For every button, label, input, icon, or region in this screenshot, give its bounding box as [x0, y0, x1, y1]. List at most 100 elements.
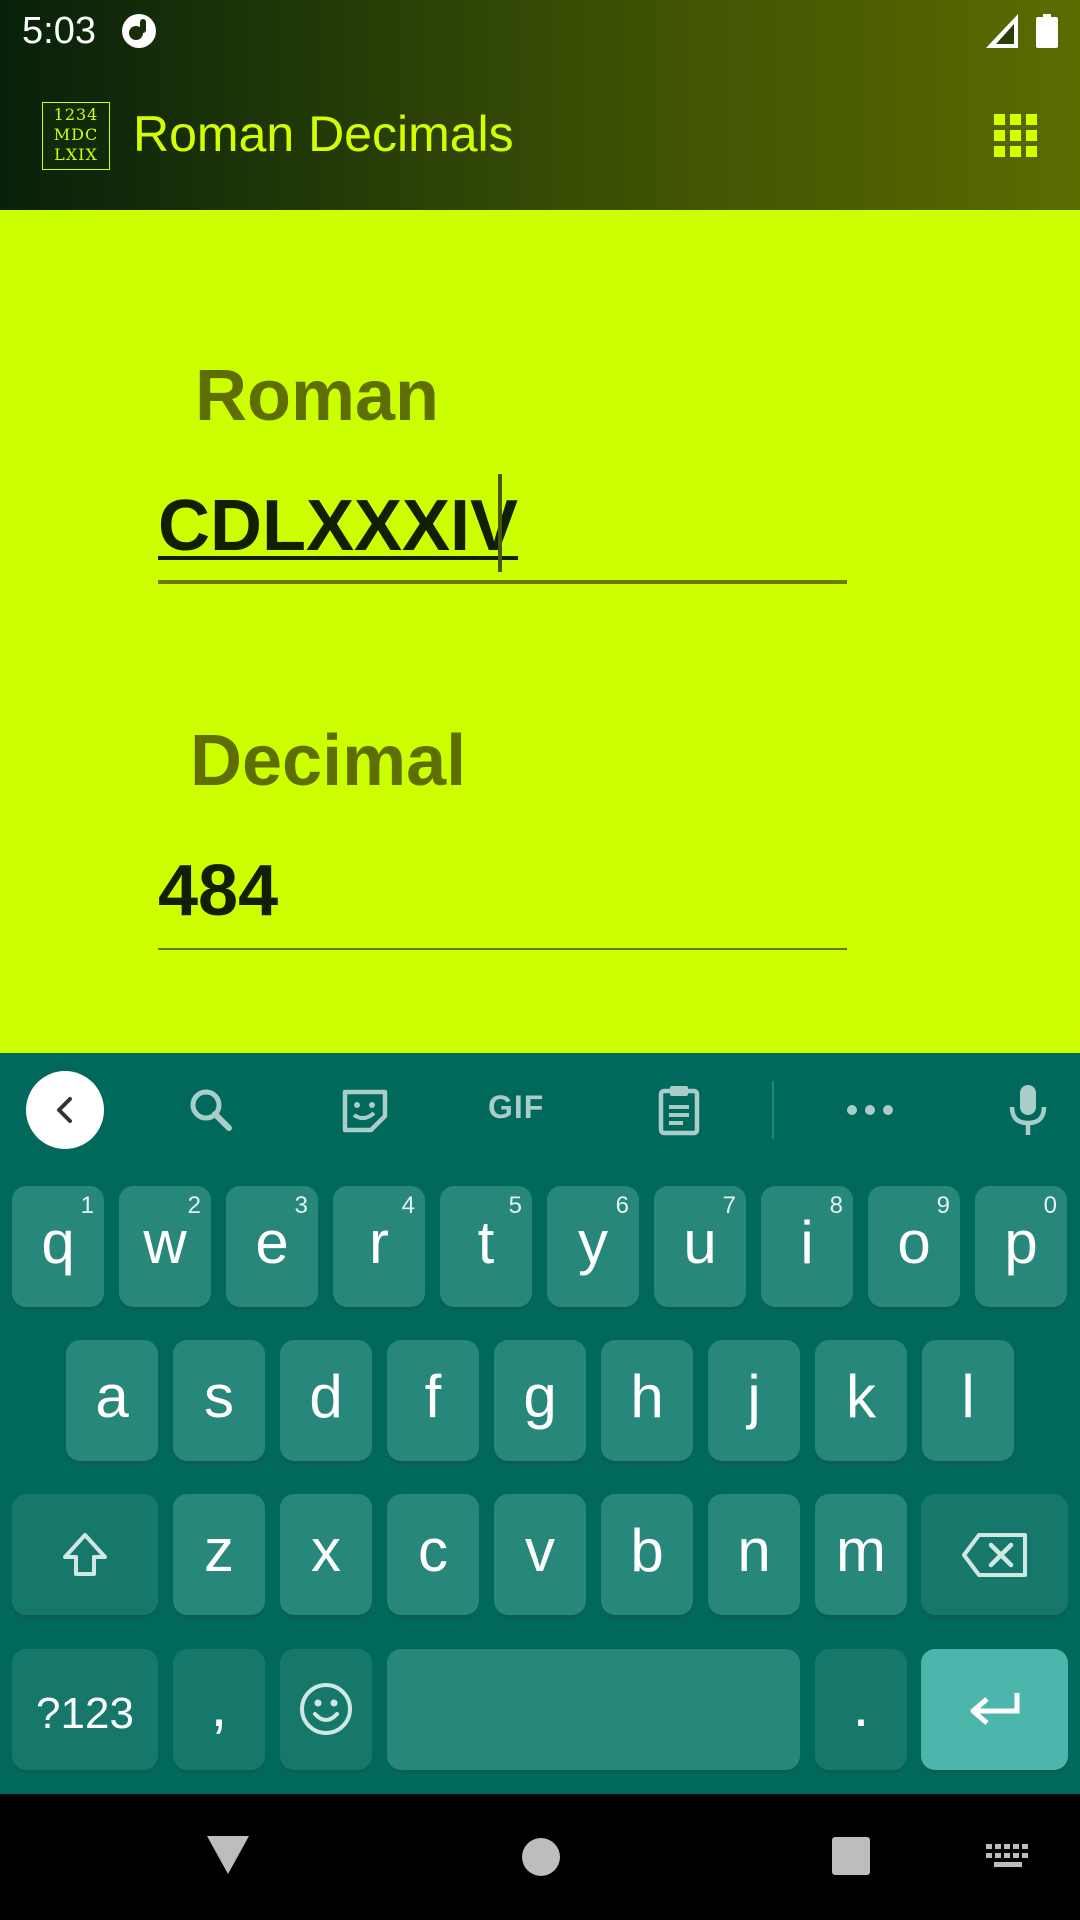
clipboard-icon[interactable] [652, 1083, 706, 1137]
key-v[interactable]: v [494, 1494, 586, 1615]
key-label: o [897, 1209, 931, 1276]
backspace-icon [962, 1533, 1027, 1577]
key-label: , [210, 1672, 228, 1739]
key-u[interactable]: 7u [654, 1186, 746, 1307]
backspace-key[interactable] [921, 1494, 1068, 1615]
cell-signal-icon [986, 14, 1018, 48]
grid-menu-icon[interactable] [994, 114, 1038, 158]
key-y[interactable]: 6y [547, 1186, 639, 1307]
status-bar: 5:03 [0, 0, 1080, 63]
period-key[interactable]: . [815, 1649, 907, 1770]
key-label: l [961, 1363, 975, 1430]
key-r[interactable]: 4r [333, 1186, 425, 1307]
key-c[interactable]: c [387, 1494, 479, 1615]
key-l[interactable]: l [922, 1340, 1014, 1461]
key-j[interactable]: j [708, 1340, 800, 1461]
enter-key[interactable] [921, 1649, 1068, 1770]
converter-form: Roman CDLXXXIV Decimal 484 [0, 210, 1080, 1053]
recents-icon[interactable] [831, 1836, 871, 1876]
app-logo: 1234 MDC LXIX [42, 102, 110, 170]
key-a[interactable]: a [66, 1340, 158, 1461]
soft-keyboard: GIF 1q 2w 3e 4r 5t 6y 7u 8i 9o 0p a s d … [0, 1053, 1080, 1794]
emoji-key[interactable] [280, 1649, 372, 1770]
key-x[interactable]: x [280, 1494, 372, 1615]
more-icon[interactable] [843, 1083, 897, 1137]
app-notification-icon [122, 14, 156, 48]
key-f[interactable]: f [387, 1340, 479, 1461]
key-label: g [523, 1363, 557, 1430]
key-p[interactable]: 0p [975, 1186, 1067, 1307]
search-icon[interactable] [184, 1083, 238, 1137]
chevron-left-icon [57, 1097, 72, 1123]
text-cursor [498, 474, 502, 572]
key-e[interactable]: 3e [226, 1186, 318, 1307]
key-label: h [630, 1363, 664, 1430]
key-label: a [95, 1363, 129, 1430]
app-bar: 1234 MDC LXIX Roman Decimals [0, 63, 1080, 210]
key-label: t [477, 1209, 495, 1276]
keyboard-back-button[interactable] [26, 1071, 104, 1149]
key-b[interactable]: b [601, 1494, 693, 1615]
key-w[interactable]: 2w [119, 1186, 211, 1307]
enter-icon [970, 1693, 1020, 1725]
key-label: w [143, 1209, 187, 1276]
key-i[interactable]: 8i [761, 1186, 853, 1307]
roman-input-underline [158, 580, 847, 584]
key-n[interactable]: n [708, 1494, 800, 1615]
key-label: f [424, 1363, 442, 1430]
key-label: k [846, 1363, 876, 1430]
key-label: j [747, 1363, 761, 1430]
key-label: s [204, 1363, 234, 1430]
symbols-key[interactable]: ?123 [12, 1649, 158, 1770]
key-q[interactable]: 1q [12, 1186, 104, 1307]
key-label: e [255, 1209, 289, 1276]
decimal-label: Decimal [190, 721, 467, 801]
battery-icon [1036, 14, 1058, 48]
decimal-input-underline [158, 948, 847, 950]
key-label: q [41, 1209, 75, 1276]
keyboard-switch-icon[interactable] [986, 1844, 1030, 1870]
status-clock: 5:03 [22, 10, 96, 52]
key-label: v [525, 1517, 555, 1584]
toolbar-divider [772, 1081, 774, 1139]
shift-key[interactable] [12, 1494, 158, 1615]
top-bar: 5:03 1234 MDC LXIX Roman Decimals [0, 0, 1080, 210]
key-label: x [311, 1517, 341, 1584]
microphone-icon[interactable] [1001, 1083, 1055, 1137]
shift-icon [63, 1533, 107, 1576]
logo-line: 1234 [53, 105, 99, 124]
key-z[interactable]: z [173, 1494, 265, 1615]
key-label: c [418, 1517, 448, 1584]
key-label: r [369, 1209, 389, 1276]
key-label: b [630, 1517, 664, 1584]
key-h[interactable]: h [601, 1340, 693, 1461]
key-k[interactable]: k [815, 1340, 907, 1461]
key-label: y [578, 1209, 608, 1276]
comma-key[interactable]: , [173, 1649, 265, 1770]
back-icon[interactable] [205, 1834, 251, 1876]
keyboard-toolbar: GIF [0, 1053, 1080, 1168]
key-label: p [1004, 1209, 1038, 1276]
key-label: ?123 [36, 1689, 134, 1738]
decimal-input[interactable]: 484 [158, 850, 278, 932]
key-label: . [852, 1672, 870, 1739]
roman-input[interactable]: CDLXXXIV [158, 485, 518, 567]
home-icon[interactable] [521, 1837, 561, 1877]
key-label: i [800, 1209, 814, 1276]
gif-button[interactable]: GIF [488, 1089, 544, 1126]
key-label: m [836, 1517, 886, 1584]
app-title: Roman Decimals [133, 106, 514, 162]
space-key[interactable] [387, 1649, 800, 1770]
key-s[interactable]: s [173, 1340, 265, 1461]
key-m[interactable]: m [815, 1494, 907, 1615]
key-d[interactable]: d [280, 1340, 372, 1461]
sticker-icon[interactable] [338, 1083, 392, 1137]
key-o[interactable]: 9o [868, 1186, 960, 1307]
navigation-bar [0, 1794, 1080, 1920]
logo-line: LXIX [54, 145, 98, 164]
emoji-icon [300, 1683, 352, 1735]
key-label: d [309, 1363, 343, 1430]
key-g[interactable]: g [494, 1340, 586, 1461]
key-t[interactable]: 5t [440, 1186, 532, 1307]
key-label: n [737, 1517, 771, 1584]
